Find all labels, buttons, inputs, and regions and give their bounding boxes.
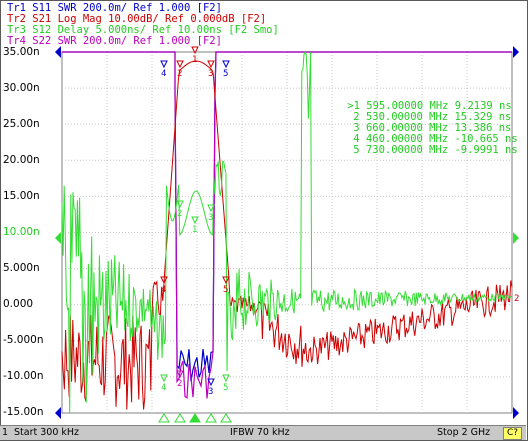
marker-3-red-label: 3 xyxy=(208,69,213,79)
marker-1-red-label: 1 xyxy=(192,55,197,65)
marker-5-green-label: 5 xyxy=(223,383,228,393)
start-frequency[interactable]: Start 300 kHz xyxy=(14,426,79,440)
ref-arrow-left-green xyxy=(55,232,61,244)
stop-frequency[interactable]: Stop 2 GHz xyxy=(437,426,490,440)
ref-arrow-right xyxy=(513,46,519,58)
ifbw-setting[interactable]: IFBW 70 kHz xyxy=(230,426,290,440)
marker-readout-5: 5 730.00000 MHz -9.9991 ns xyxy=(353,144,518,156)
ref-arrow-right-green xyxy=(513,232,519,244)
calibration-status-button[interactable]: C? xyxy=(502,427,522,440)
marker-2-red-label: 2 xyxy=(177,69,182,79)
ref-arrow-right-bottom xyxy=(513,407,519,419)
marker-1-green-label: 1 xyxy=(192,225,197,235)
marker-2-magenta-label: 2 xyxy=(177,379,182,389)
marker-4-red-label: 4 xyxy=(161,285,166,295)
stimulus-marker xyxy=(158,413,170,423)
stimulus-marker xyxy=(189,413,201,423)
stimulus-marker xyxy=(220,413,232,423)
stimulus-marker xyxy=(205,413,217,423)
marker-5-red-label: 5 xyxy=(223,285,228,295)
measurement-plot[interactable]: 4 213 54 52134 523 2 xyxy=(1,1,527,426)
marker-3-blue-label: 3 xyxy=(208,387,213,397)
marker-4-green-label: 4 xyxy=(161,383,166,393)
marker-3-green-label: 3 xyxy=(208,213,213,223)
stimulus-marker xyxy=(174,413,186,423)
marker-2-green-label: 2 xyxy=(177,209,182,219)
ref-arrow-left xyxy=(55,46,61,58)
ref-arrow-left-bottom xyxy=(55,407,61,419)
marker-5-blue-label: 5 xyxy=(223,69,228,79)
status-bar: 1 Start 300 kHz IFBW 70 kHz Stop 2 GHz C… xyxy=(0,425,526,440)
marker-4-blue-label: 4 xyxy=(161,69,166,79)
ref-label-right: 2 xyxy=(514,294,519,304)
vna-screen: Tr1 S11 SWR 200.0m/ Ref 1.000 [F2] Tr2 S… xyxy=(0,0,528,441)
channel-number[interactable]: 1 xyxy=(2,426,12,440)
